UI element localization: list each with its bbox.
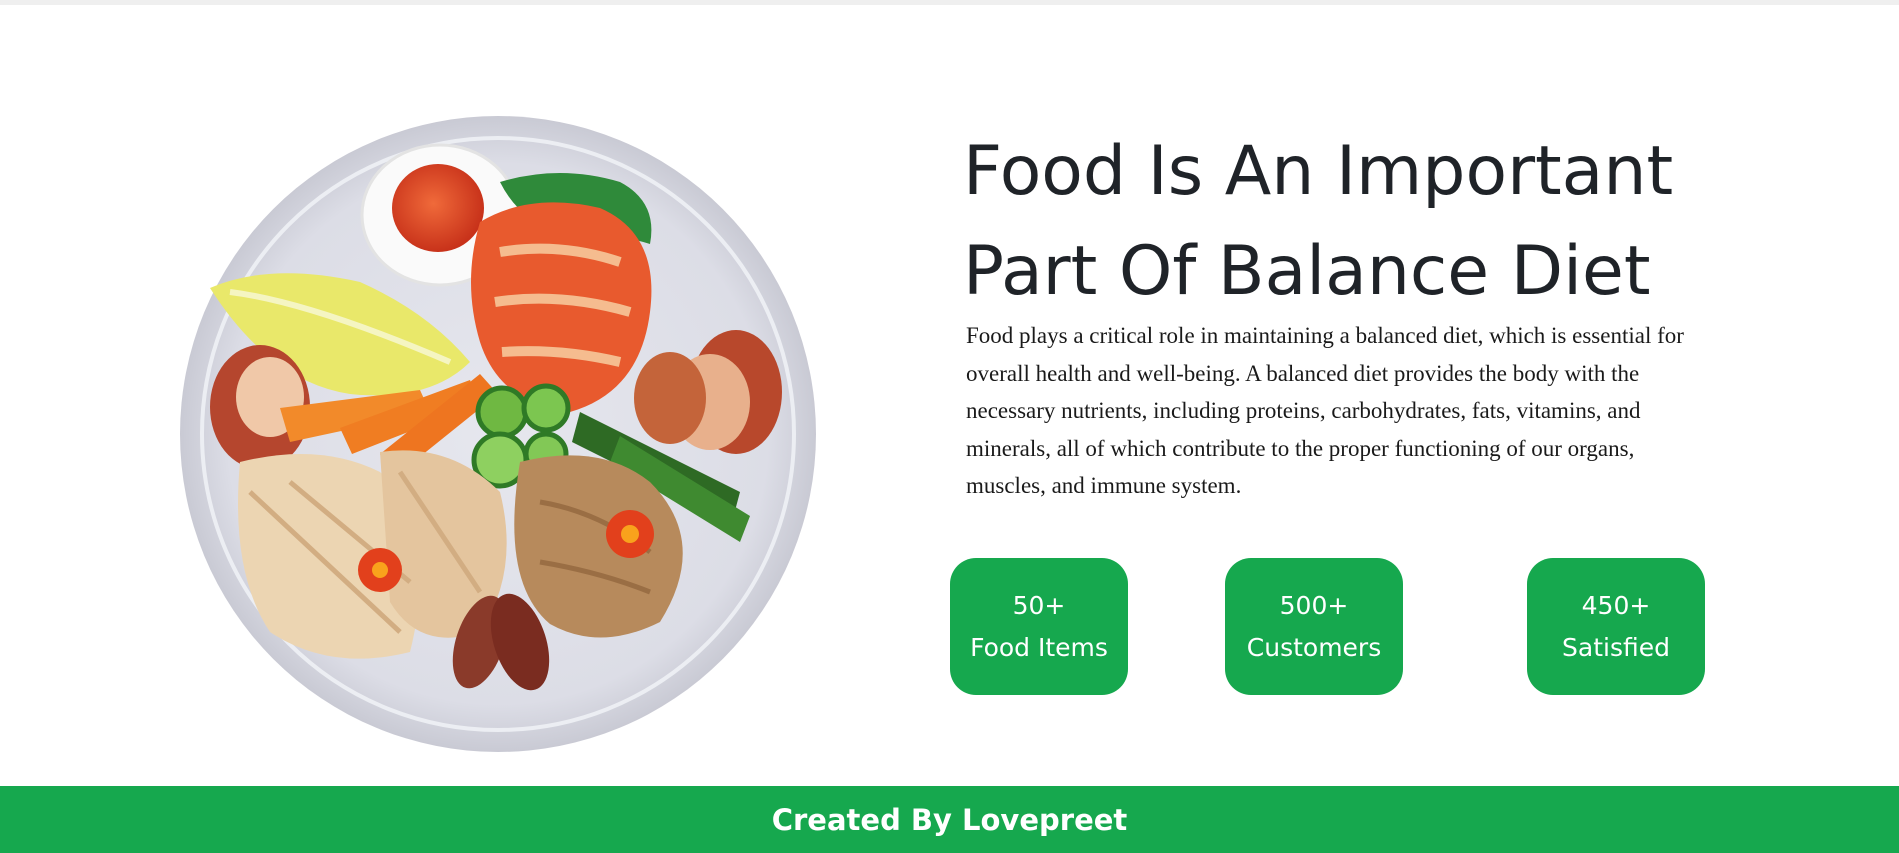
footer: Created By Lovepreet xyxy=(0,786,1899,853)
food-plate-illustration xyxy=(180,116,816,752)
stat-value: 450+ xyxy=(1581,590,1651,620)
sauce xyxy=(392,164,484,252)
page-title: Food Is An Important Part Of Balance Die… xyxy=(963,122,1763,322)
title-line-1: Food Is An Important xyxy=(963,132,1674,211)
stat-card-satisfied: 450+ Satisfied xyxy=(1527,558,1705,695)
footer-text: Created By Lovepreet xyxy=(771,802,1128,837)
stat-card-customers: 500+ Customers xyxy=(1225,558,1403,695)
stat-label: Customers xyxy=(1246,632,1382,662)
description: Food plays a critical role in maintainin… xyxy=(966,323,1684,498)
top-strip xyxy=(0,0,1899,5)
stat-value: 50+ xyxy=(1012,590,1066,620)
cucumber xyxy=(475,385,529,439)
food-plate-image xyxy=(180,112,820,752)
stat-label: Satisfied xyxy=(1562,632,1670,662)
title-line-2: Part Of Balance Diet xyxy=(963,232,1651,311)
stat-value: 500+ xyxy=(1279,590,1349,620)
stat-label: Food Items xyxy=(970,632,1108,662)
stat-card-food-items: 50+ Food Items xyxy=(950,558,1128,695)
